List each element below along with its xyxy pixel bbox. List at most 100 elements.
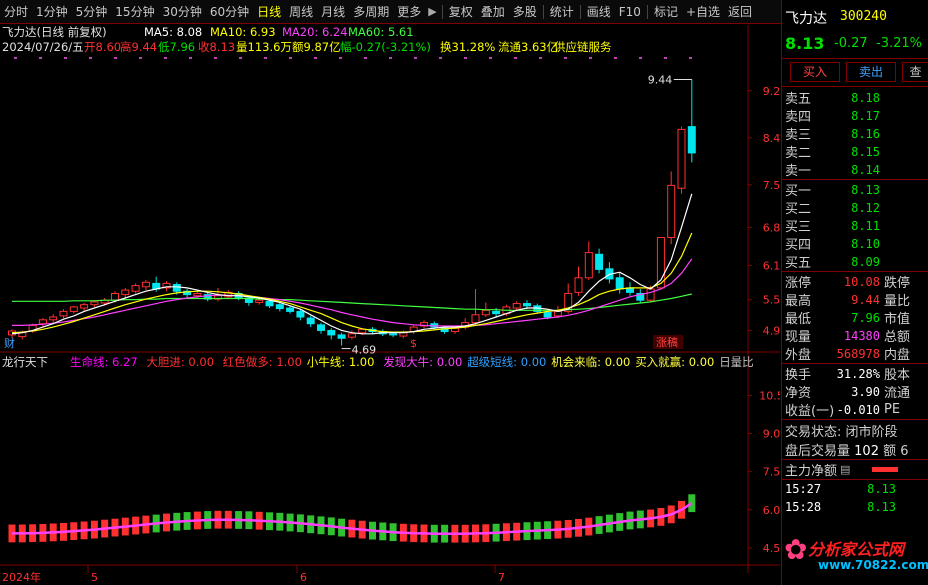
tick-row: 15:28 8.13: [785, 500, 896, 514]
stat-3-extra: 总额: [884, 330, 911, 345]
toolbar-item-9[interactable]: 多周期: [349, 0, 393, 24]
candle[interactable]: [337, 334, 346, 339]
candle[interactable]: [543, 312, 552, 318]
candle[interactable]: [584, 252, 593, 279]
toolbar-item-11[interactable]: 复权: [445, 0, 477, 24]
candle[interactable]: [646, 288, 655, 301]
toolbar-item-4[interactable]: 30分钟: [159, 0, 206, 24]
candle[interactable]: [306, 317, 315, 325]
indicator-value-3: 小牛线: 1.00: [307, 355, 375, 369]
toolbar-item-8[interactable]: 月线: [317, 0, 349, 24]
toolbar-separator: [441, 4, 443, 19]
indicator-value-0: 生命线: 6.27: [70, 355, 138, 369]
buy-level-1-label: 买一: [785, 184, 812, 199]
finance-marker[interactable]: 财: [4, 336, 15, 350]
buy-level-4: 买四 8.10: [782, 234, 928, 254]
list-icon[interactable]: ▤: [840, 463, 850, 476]
candle[interactable]: [512, 303, 521, 309]
candle[interactable]: [69, 306, 78, 312]
toolbar-item-15[interactable]: 画线: [583, 0, 615, 24]
stat2-1-value: 3.90: [851, 384, 880, 399]
toolbar-item-10[interactable]: 更多: [393, 0, 425, 24]
indicator-value-4: 发现大牛: 0.00: [383, 355, 462, 369]
sell-level-3: 卖三 8.16: [782, 124, 928, 144]
price-tick-label: 9.24: [763, 85, 780, 98]
signal-dot: [214, 57, 217, 59]
toolbar-item-2[interactable]: 5分钟: [72, 0, 112, 24]
indicator-tick-label: 4.50: [763, 542, 780, 555]
candle[interactable]: [286, 307, 295, 312]
candle[interactable]: [574, 277, 583, 293]
candle[interactable]: [111, 292, 119, 301]
candle[interactable]: [296, 310, 305, 318]
toolbar-item-16[interactable]: F10: [615, 0, 645, 24]
candle[interactable]: [275, 304, 284, 310]
quote-field-0: 2024/07/26/五: [2, 40, 84, 54]
toolbar-item-1[interactable]: 1分钟: [32, 0, 72, 24]
candle[interactable]: [265, 300, 274, 307]
toolbar-item-14[interactable]: 统计: [546, 0, 578, 24]
toolbar-item-3[interactable]: 15分钟: [111, 0, 158, 24]
toolbar-item-13[interactable]: 多股: [509, 0, 541, 24]
candle[interactable]: [90, 301, 99, 306]
toolbar-item-7[interactable]: 周线: [285, 0, 317, 24]
toolbar-separator: [542, 4, 544, 19]
candle[interactable]: [523, 303, 531, 307]
candle[interactable]: [80, 304, 89, 309]
toolbar-item-6[interactable]: 日线: [253, 0, 285, 24]
stat-2-value: 7.96: [851, 310, 880, 325]
toolbar-item-19[interactable]: 返回: [724, 0, 756, 24]
toolbar-item-17[interactable]: 标记: [650, 0, 682, 24]
candle[interactable]: [255, 299, 264, 303]
signal-dot: [614, 57, 617, 59]
signal-dot: [489, 57, 492, 59]
candle[interactable]: [38, 319, 47, 325]
candle[interactable]: [317, 324, 325, 331]
kline-chart[interactable]: 9.24 8.40 7.56 6.80 6.12 5.51 4.96 10.50 9.00 7.5…: [0, 25, 780, 585]
buy-button[interactable]: 买入: [790, 62, 840, 82]
quote-field-8: 换31.28%: [440, 40, 495, 54]
quote-field-4: 收8.13: [198, 40, 235, 54]
candle[interactable]: [667, 184, 676, 238]
buy-level-1-value: 8.13: [851, 182, 880, 197]
candle[interactable]: [615, 277, 624, 290]
candle[interactable]: [59, 310, 68, 317]
candle[interactable]: [193, 292, 202, 297]
toolbar-item-12[interactable]: 叠加: [477, 0, 509, 24]
tick-row: 15:27 8.13: [785, 482, 896, 496]
flower-logo-icon: ✿: [784, 533, 808, 566]
candle[interactable]: [358, 328, 367, 334]
candle[interactable]: [677, 128, 686, 189]
stat-0-extra: 跌停: [884, 276, 911, 291]
after-hours-label: 盘后交易量: [785, 444, 851, 459]
candle[interactable]: [141, 281, 150, 288]
toolbar-item-5[interactable]: 60分钟: [206, 0, 253, 24]
candle[interactable]: [172, 284, 181, 292]
signal-dot: [439, 57, 442, 59]
price-tick-label: 4.96: [763, 324, 780, 337]
candle[interactable]: [471, 314, 480, 324]
candle[interactable]: [492, 310, 501, 315]
candle[interactable]: [481, 309, 490, 316]
query-button[interactable]: 查: [902, 62, 928, 82]
candle[interactable]: [49, 316, 58, 321]
quote-field-2: 高9.44: [120, 40, 157, 54]
stat2-2-extra: PE: [884, 402, 901, 417]
candle[interactable]: [595, 253, 604, 270]
more-arrow-icon[interactable]: ▶: [425, 5, 439, 18]
main-net-row[interactable]: 主力净额 ▤: [785, 460, 899, 479]
candle[interactable]: [389, 333, 398, 336]
ma5-label: MA5: 8.08: [144, 25, 202, 39]
event-marker[interactable]: $: [410, 337, 417, 350]
candle[interactable]: [687, 126, 696, 154]
toolbar-item-18[interactable]: +自选: [682, 0, 724, 24]
candle[interactable]: [553, 310, 562, 317]
candle[interactable]: [347, 333, 356, 338]
stat-1-value: 9.44: [851, 292, 880, 307]
sell-button[interactable]: 卖出: [846, 62, 896, 82]
toolbar-item-0[interactable]: 分时: [0, 0, 32, 24]
candle[interactable]: [121, 289, 130, 296]
price-tick-label: 8.40: [763, 132, 780, 145]
candle[interactable]: [327, 329, 336, 336]
candle[interactable]: [131, 285, 140, 292]
